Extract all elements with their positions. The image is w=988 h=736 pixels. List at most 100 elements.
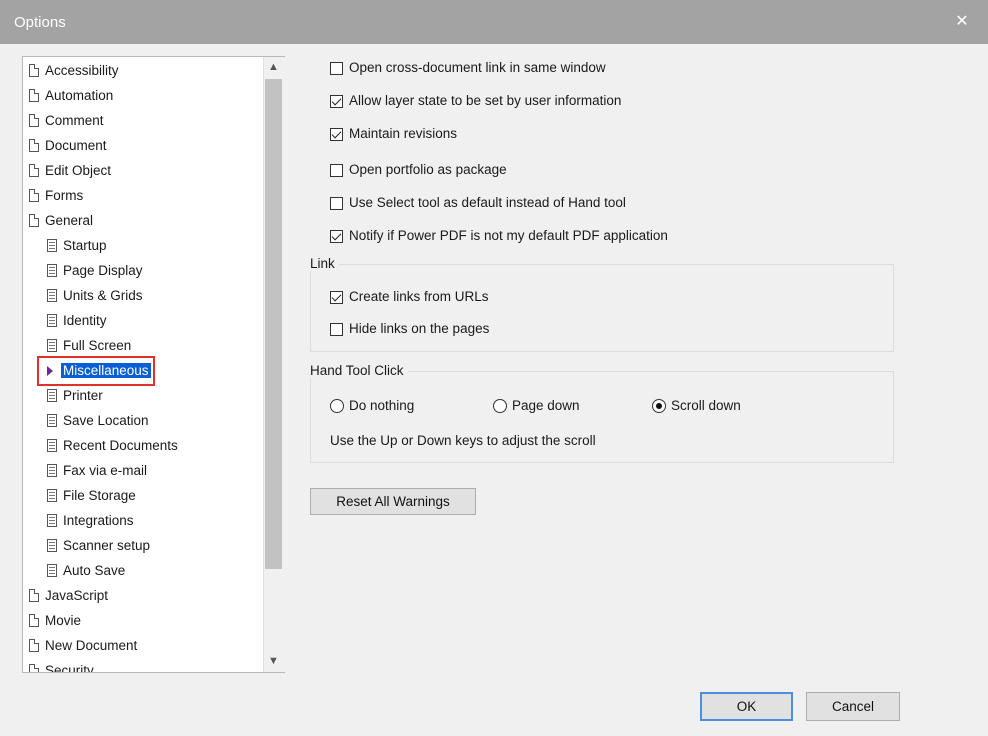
tree-item-save-location[interactable]: Save Location	[47, 410, 149, 432]
open-portfolio-as-package-checkbox[interactable]	[330, 164, 343, 177]
open-cross-document-link-checkbox[interactable]	[330, 62, 343, 75]
reset-all-warnings-button[interactable]: Reset All Warnings	[310, 488, 476, 515]
tree-item-scanner-setup[interactable]: Scanner setup	[47, 535, 150, 557]
settings-page-icon	[47, 514, 57, 527]
settings-page-icon	[47, 539, 57, 552]
tree-item-identity[interactable]: Identity	[47, 310, 107, 332]
notify-default-pdf-checkbox[interactable]	[330, 230, 343, 243]
tree-item-file-storage[interactable]: File Storage	[47, 485, 136, 507]
settings-page-icon	[47, 389, 57, 402]
tree-item-general[interactable]: General	[29, 210, 93, 232]
title-bar	[0, 0, 988, 44]
tree-item-forms[interactable]: Forms	[29, 185, 83, 207]
page-down-label[interactable]: Page down	[512, 398, 580, 413]
tree-item-label: General	[45, 213, 94, 228]
page-icon	[29, 114, 39, 127]
page-icon	[29, 164, 39, 177]
page-icon	[29, 639, 39, 652]
tree-item-label: Identity	[63, 313, 107, 328]
tree-item-comment[interactable]: Comment	[29, 110, 104, 132]
scroll-down-label[interactable]: Scroll down	[671, 398, 741, 413]
tree-item-fax-via-e-mail[interactable]: Fax via e-mail	[47, 460, 147, 482]
tree-item-label: Edit Object	[45, 163, 112, 178]
close-icon[interactable]: ✕	[952, 12, 972, 32]
create-links-from-urls-checkbox[interactable]	[330, 291, 343, 304]
page-icon	[29, 139, 39, 152]
page-icon	[29, 664, 39, 672]
hand-tool-hint: Use the Up or Down keys to adjust the sc…	[330, 433, 596, 448]
settings-page-icon	[47, 289, 57, 302]
tree-item-label: Auto Save	[63, 563, 126, 578]
hide-links-on-pages-label[interactable]: Hide links on the pages	[349, 321, 489, 336]
selection-highlight-box	[37, 356, 155, 386]
page-icon	[29, 189, 39, 202]
tree-item-movie[interactable]: Movie	[29, 610, 81, 632]
hand-tool-group	[310, 371, 894, 463]
page-icon	[29, 214, 39, 227]
tree-item-label: Recent Documents	[63, 438, 178, 453]
settings-page-icon	[47, 489, 57, 502]
tree-item-label: File Storage	[63, 488, 136, 503]
do-nothing-label[interactable]: Do nothing	[349, 398, 414, 413]
hide-links-on-pages-checkbox[interactable]	[330, 323, 343, 336]
tree-item-integrations[interactable]: Integrations	[47, 510, 134, 532]
tree-item-label: Units & Grids	[63, 288, 143, 303]
tree-item-recent-documents[interactable]: Recent Documents	[47, 435, 178, 457]
tree-item-edit-object[interactable]: Edit Object	[29, 160, 111, 182]
page-down-radio[interactable]	[493, 399, 507, 413]
tree-item-auto-save[interactable]: Auto Save	[47, 560, 125, 582]
settings-page-icon	[47, 464, 57, 477]
tree-item-label: Full Screen	[63, 338, 132, 353]
window-title: Options	[14, 14, 66, 31]
do-nothing-radio[interactable]	[330, 399, 344, 413]
tree-item-security[interactable]: Security	[29, 660, 94, 673]
tree-item-startup[interactable]: Startup	[47, 235, 107, 257]
use-select-tool-checkbox[interactable]	[330, 197, 343, 210]
page-icon	[29, 64, 39, 77]
chevron-up-icon[interactable]: ▲	[263, 57, 284, 77]
settings-page-icon	[47, 339, 57, 352]
hand-tool-group-title: Hand Tool Click	[310, 363, 408, 378]
tree-item-page-display[interactable]: Page Display	[47, 260, 143, 282]
settings-page-icon	[47, 414, 57, 427]
tree-item-new-document[interactable]: New Document	[29, 635, 137, 657]
tree-item-document[interactable]: Document	[29, 135, 107, 157]
tree-item-accessibility[interactable]: Accessibility	[29, 60, 119, 82]
tree-item-label: Forms	[45, 188, 84, 203]
scroll-down-radio[interactable]	[652, 399, 666, 413]
cancel-button[interactable]: Cancel	[806, 692, 900, 721]
tree-item-label: Integrations	[63, 513, 134, 528]
tree-item-label: Movie	[45, 613, 82, 628]
page-icon	[29, 614, 39, 627]
notify-default-pdf-label[interactable]: Notify if Power PDF is not my default PD…	[349, 228, 668, 243]
page-icon	[29, 589, 39, 602]
tree-item-label: JavaScript	[45, 588, 109, 603]
tree-item-printer[interactable]: Printer	[47, 385, 103, 407]
tree-item-full-screen[interactable]: Full Screen	[47, 335, 131, 357]
maintain-revisions-label[interactable]: Maintain revisions	[349, 126, 457, 141]
settings-page-icon	[47, 564, 57, 577]
settings-page-icon	[47, 264, 57, 277]
options-category-tree[interactable]: Accessibility Automation Comment Document Ed…	[22, 56, 285, 673]
tree-item-label: Document	[45, 138, 107, 153]
tree-scrollbar-thumb[interactable]	[265, 79, 282, 569]
maintain-revisions-checkbox[interactable]	[330, 128, 343, 141]
use-select-tool-label[interactable]: Use Select tool as default instead of Ha…	[349, 195, 626, 210]
tree-item-label: Printer	[63, 388, 103, 403]
tree-item-units-grids[interactable]: Units & Grids	[47, 285, 143, 307]
settings-page-icon	[47, 239, 57, 252]
allow-layer-state-checkbox[interactable]	[330, 95, 343, 108]
tree-item-automation[interactable]: Automation	[29, 85, 113, 107]
chevron-down-icon[interactable]: ▼	[263, 651, 284, 671]
tree-item-label: Startup	[63, 238, 107, 253]
tree-item-label: Automation	[45, 88, 114, 103]
open-cross-document-link-label[interactable]: Open cross-document link in same window	[349, 60, 606, 75]
allow-layer-state-label[interactable]: Allow layer state to be set by user info…	[349, 93, 621, 108]
tree-item-label: Security	[45, 663, 94, 673]
tree-item-label: Comment	[45, 113, 104, 128]
ok-button[interactable]: OK	[700, 692, 793, 721]
tree-item-javascript[interactable]: JavaScript	[29, 585, 108, 607]
create-links-from-urls-label[interactable]: Create links from URLs	[349, 289, 489, 304]
open-portfolio-as-package-label[interactable]: Open portfolio as package	[349, 162, 507, 177]
link-group-title: Link	[310, 256, 339, 271]
